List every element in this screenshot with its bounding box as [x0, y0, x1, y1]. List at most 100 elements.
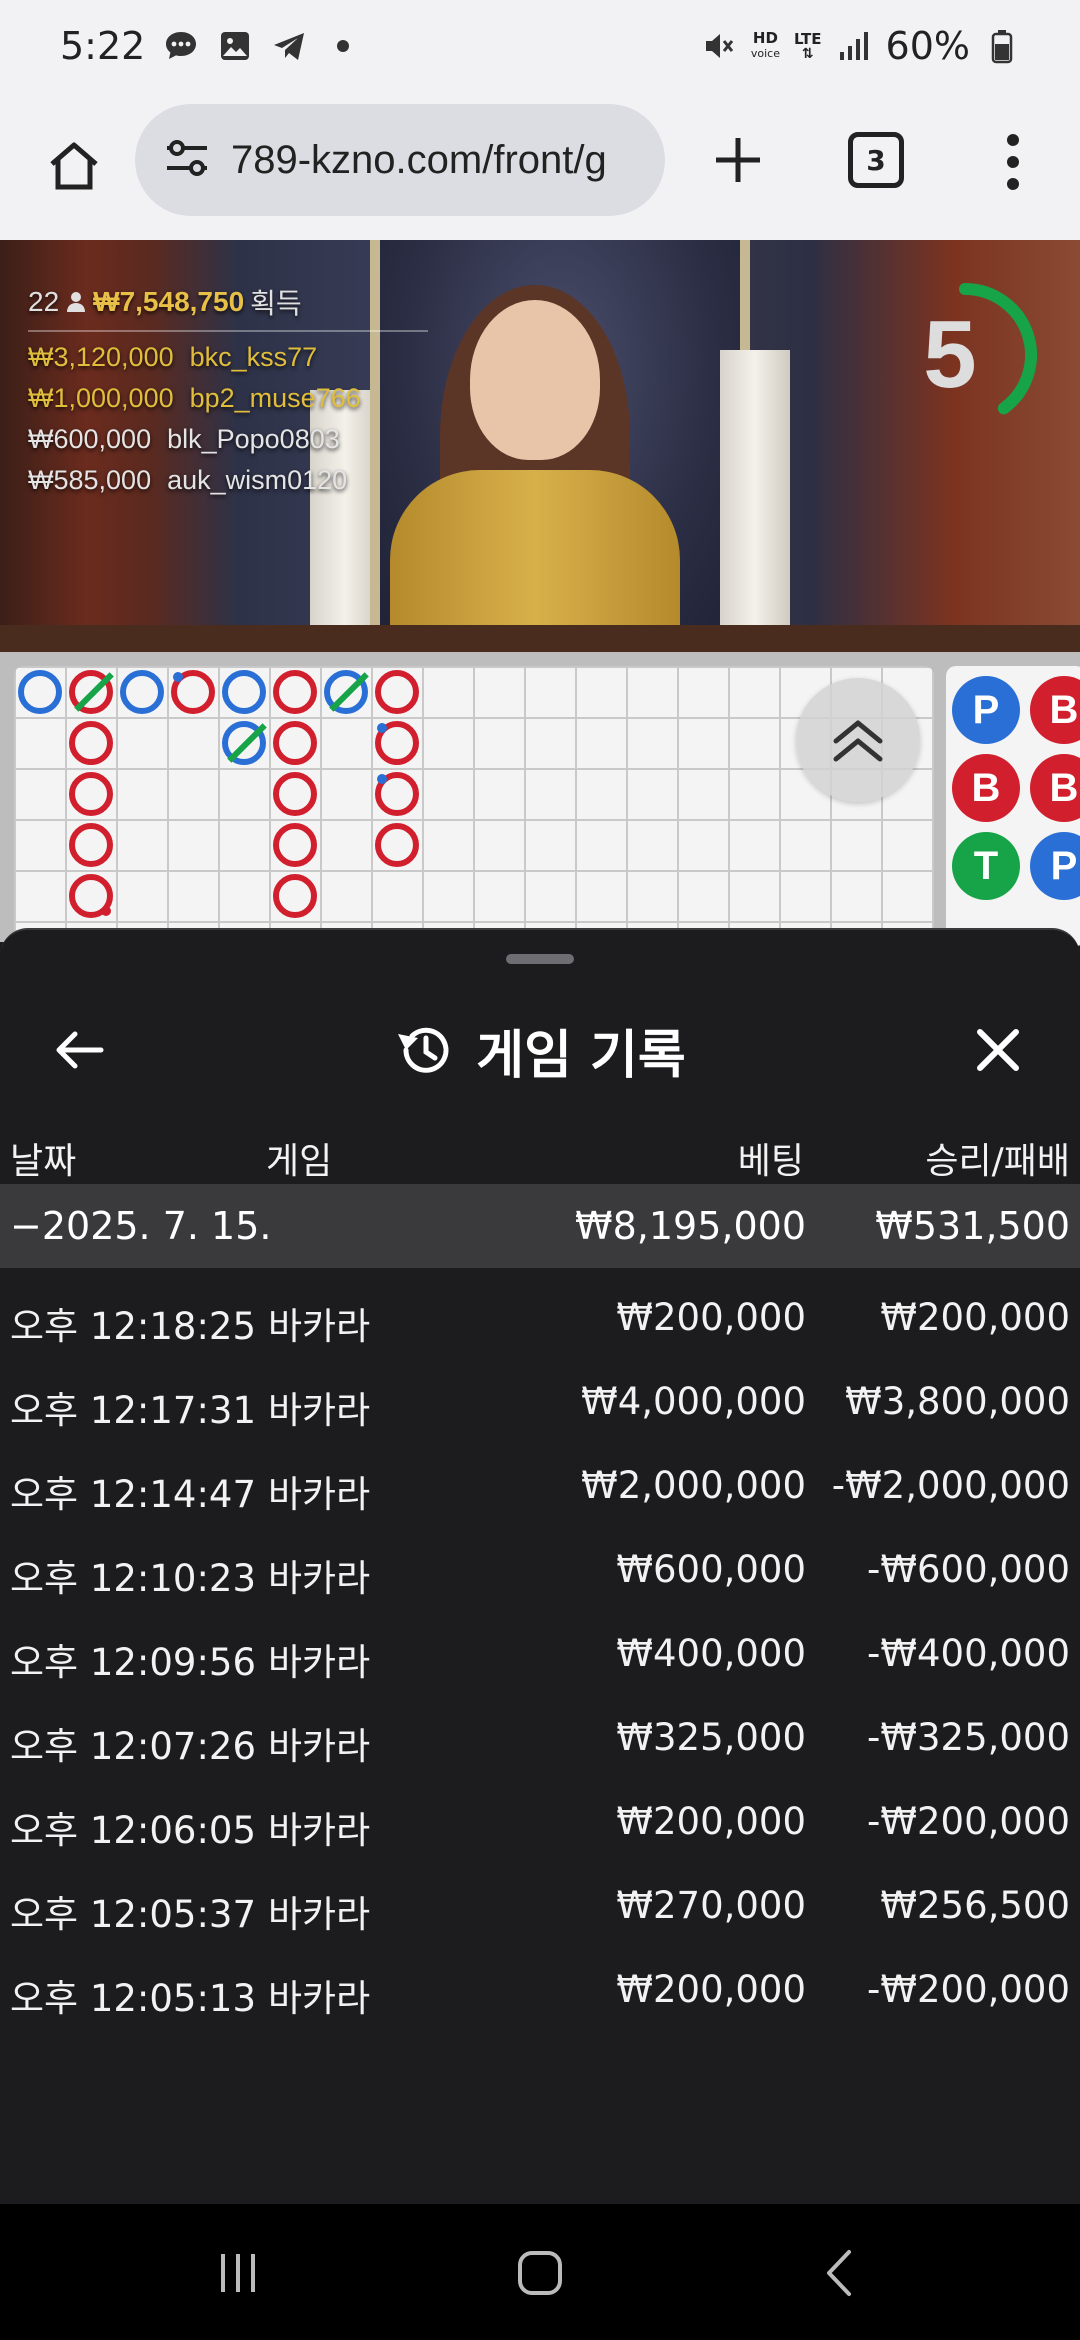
bead-road-pill: P: [952, 676, 1020, 744]
history-icon: [398, 1027, 449, 1073]
system-navigation-bar: [0, 2204, 1080, 2340]
banker-bead: [375, 670, 419, 714]
col-header-win-loss: 승리/패배: [925, 1141, 1070, 1182]
record-time: 오후 12:17:31: [10, 1389, 257, 1432]
record-win-loss: -₩2,000,000: [831, 1464, 1070, 1507]
history-records-list: 오후 12:18:25 바카라 ₩200,000 ₩200,000 오후 12:…: [0, 1276, 1080, 2032]
chat-notification-icon: [163, 28, 199, 64]
history-row[interactable]: 오후 12:07:26 바카라 ₩325,000 -₩325,000: [0, 1696, 1080, 1780]
player-bead: [222, 670, 266, 714]
banker-bead: [273, 772, 317, 816]
record-bet: ₩270,000: [616, 1884, 806, 1927]
history-row[interactable]: 오후 12:14:47 바카라 ₩2,000,000 -₩2,000,000: [0, 1444, 1080, 1528]
arrow-left-icon: [56, 1031, 104, 1069]
recent-apps-icon: [221, 2254, 255, 2292]
record-bet: ₩200,000: [616, 1968, 806, 2011]
more-notifications-dot-icon: [325, 28, 361, 64]
record-bet: ₩4,000,000: [581, 1380, 806, 1423]
winner-total-amount: ₩7,548,750: [93, 286, 245, 317]
record-game: 바카라: [268, 1725, 371, 1768]
tab-switcher-button[interactable]: 3: [848, 132, 904, 188]
record-game: 바카라: [268, 1641, 371, 1684]
new-tab-button[interactable]: [700, 122, 776, 198]
browser-toolbar: 789-kzno.com/front/g 3: [0, 92, 1080, 240]
banker-bead: [69, 874, 113, 918]
sheet-drag-handle[interactable]: [506, 954, 574, 964]
more-dot-icon: [1007, 178, 1019, 190]
record-time: 오후 12:05:13: [10, 1977, 257, 2020]
record-win-loss: -₩200,000: [867, 1800, 1070, 1843]
record-game: 바카라: [268, 1305, 371, 1348]
home-button[interactable]: [34, 126, 114, 206]
pair-dot: [101, 906, 111, 916]
record-bet: ₩400,000: [616, 1632, 806, 1675]
address-bar[interactable]: 789-kzno.com/front/g: [135, 104, 665, 216]
back-button[interactable]: [44, 1020, 114, 1080]
telegram-notification-icon: [271, 28, 307, 64]
banker-bead: [375, 772, 419, 816]
pair-dot: [377, 774, 387, 784]
winner-row: ₩3,120,000 bkc_kss77: [28, 342, 428, 373]
winner-amount: ₩3,120,000: [28, 342, 174, 372]
winner-user: auk_wism0120: [167, 465, 348, 495]
record-game: 바카라: [268, 1557, 371, 1600]
record-bet: ₩200,000: [616, 1296, 806, 1339]
tab-count: 3: [866, 143, 886, 177]
winner-total-suffix: 획득: [250, 288, 302, 319]
record-win-loss: -₩325,000: [867, 1716, 1070, 1759]
voice-label: voice: [750, 47, 780, 60]
history-row[interactable]: 오후 12:18:25 바카라 ₩200,000 ₩200,000: [0, 1276, 1080, 1360]
expand-roadmap-button[interactable]: [796, 678, 920, 802]
pair-dot: [173, 672, 183, 682]
close-button[interactable]: [968, 1020, 1028, 1080]
col-header-bet: 베팅: [737, 1141, 804, 1182]
home-nav-button[interactable]: [490, 2238, 590, 2308]
record-game: 바카라: [268, 1473, 371, 1516]
tie-slash: [329, 672, 369, 712]
winner-count: 22: [28, 286, 60, 317]
day-date: −2025. 7. 15.: [10, 1204, 272, 1248]
betting-countdown-timer: 5: [890, 280, 1040, 430]
back-nav-button[interactable]: [792, 2238, 892, 2308]
browser-menu-button[interactable]: [988, 122, 1038, 202]
day-summary-row[interactable]: −2025. 7. 15. ₩8,195,000 ₩531,500: [0, 1184, 1080, 1268]
record-game: 바카라: [268, 1389, 371, 1432]
sheet-title: 게임 기록: [0, 990, 1080, 1110]
bead-road-pill: B: [1030, 754, 1080, 822]
more-dot-icon: [1007, 134, 1019, 146]
close-icon: [977, 1029, 1019, 1071]
record-win-loss: -₩200,000: [867, 1968, 1070, 2011]
history-row[interactable]: 오후 12:06:05 바카라 ₩200,000 -₩200,000: [0, 1780, 1080, 1864]
site-settings-icon[interactable]: [163, 136, 211, 184]
history-row[interactable]: 오후 12:09:56 바카라 ₩400,000 -₩400,000: [0, 1612, 1080, 1696]
banker-bead: [273, 721, 317, 765]
banker-bead: [273, 874, 317, 918]
sheet-header: 게임 기록: [0, 990, 1080, 1110]
day-total-win-loss: ₩531,500: [875, 1204, 1070, 1248]
player-bead: [18, 670, 62, 714]
record-bet: ₩200,000: [616, 1800, 806, 1843]
player-bead: [324, 670, 369, 714]
tie-slash: [74, 672, 114, 712]
record-win-loss: -₩600,000: [867, 1548, 1070, 1591]
hd-label: HD: [752, 29, 778, 47]
plus-icon: [716, 138, 760, 182]
winner-amount: ₩600,000: [28, 424, 152, 454]
table-edge: [0, 625, 1080, 652]
back-nav-icon: [827, 2250, 851, 2296]
background-pillar: [720, 350, 790, 652]
tie-slash: [227, 723, 267, 763]
history-row[interactable]: 오후 12:05:37 바카라 ₩270,000 ₩256,500: [0, 1864, 1080, 1948]
record-game: 바카라: [268, 1809, 371, 1852]
record-win-loss: ₩200,000: [880, 1296, 1070, 1339]
history-row[interactable]: 오후 12:05:13 바카라 ₩200,000 -₩200,000: [0, 1948, 1080, 2032]
recent-apps-button[interactable]: [188, 2238, 288, 2308]
live-dealer-video[interactable]: 22 ₩7,548,750 획득 ₩3,120,000 bkc_kss77 ₩1…: [0, 240, 1080, 652]
status-time: 5:22: [60, 24, 146, 68]
history-row[interactable]: 오후 12:10:23 바카라 ₩600,000 -₩600,000: [0, 1528, 1080, 1612]
record-time: 오후 12:14:47: [10, 1473, 257, 1516]
banker-bead: [69, 823, 113, 867]
column-headers: 날짜 게임 베팅 승리/패배: [0, 1110, 1080, 1194]
status-bar: 5:22 HD voice LTE ⇅ 60%: [0, 0, 1080, 92]
history-row[interactable]: 오후 12:17:31 바카라 ₩4,000,000 ₩3,800,000: [0, 1360, 1080, 1444]
